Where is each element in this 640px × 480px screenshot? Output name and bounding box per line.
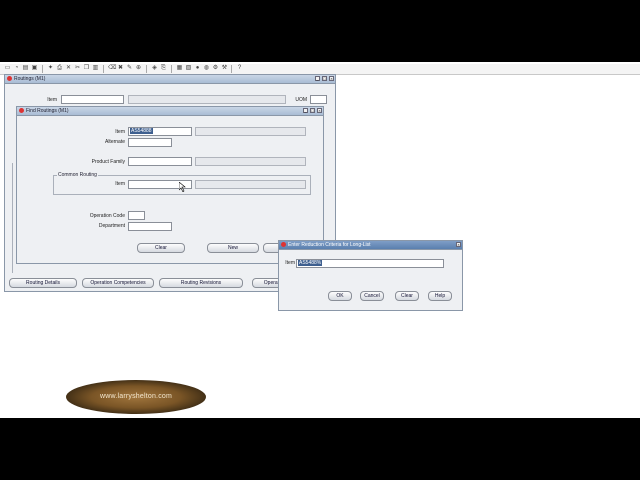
operation-code-label: Operation Code bbox=[89, 213, 125, 219]
find-item-label: Item bbox=[115, 129, 125, 135]
dialog-titlebar: Enter Reduction Criteria for Long-List × bbox=[279, 241, 462, 250]
maximize-icon[interactable]: □ bbox=[310, 108, 315, 113]
close-icon[interactable] bbox=[19, 108, 24, 113]
ok-button[interactable]: OK bbox=[328, 291, 352, 301]
edit-field-icon[interactable]: ✎ bbox=[126, 65, 133, 72]
reduction-criteria-dialog: Enter Reduction Criteria for Long-List ×… bbox=[278, 240, 463, 311]
operation-competencies-button[interactable]: Operation Competencies bbox=[82, 278, 154, 288]
dialog-item-field[interactable]: AS5488% bbox=[296, 259, 444, 268]
record-icon[interactable]: ● bbox=[194, 65, 201, 72]
department-field[interactable] bbox=[128, 222, 172, 231]
find-icon[interactable]: ◔ bbox=[13, 65, 20, 72]
product-family-label: Product Family bbox=[91, 159, 125, 165]
maximize-icon[interactable]: □ bbox=[322, 76, 327, 81]
close-icon[interactable] bbox=[7, 76, 12, 81]
copy-icon[interactable]: ❐ bbox=[83, 65, 90, 72]
help-button[interactable]: Help bbox=[428, 291, 452, 301]
close-window-icon[interactable]: × bbox=[317, 108, 322, 113]
next-step-icon[interactable]: ✦ bbox=[47, 65, 54, 72]
find-item-field[interactable]: AS54888 bbox=[128, 127, 192, 136]
routing-details-button[interactable]: Routing Details bbox=[9, 278, 77, 288]
item-description-field bbox=[128, 95, 286, 104]
department-label: Department bbox=[98, 223, 125, 229]
routing-revisions-button[interactable]: Routing Revisions bbox=[159, 278, 243, 288]
print-icon[interactable]: ⎙ bbox=[56, 65, 63, 72]
dialog-item-label: Item bbox=[285, 260, 295, 266]
watermark-text: www.larryshelton.com bbox=[99, 393, 173, 400]
dialog-title: Enter Reduction Criteria for Long-List bbox=[288, 242, 371, 248]
routings-title: Routings (M1) bbox=[14, 76, 46, 82]
minimize-icon[interactable]: _ bbox=[315, 76, 320, 81]
zoom-icon[interactable]: ⊕ bbox=[135, 65, 142, 72]
settings-icon[interactable]: ⚙ bbox=[212, 65, 219, 72]
clear-record-icon[interactable]: ⌫ bbox=[108, 65, 116, 72]
item-field[interactable] bbox=[61, 95, 124, 104]
toolbar-separator bbox=[231, 65, 232, 73]
clear-button[interactable]: Clear bbox=[137, 243, 185, 253]
close-window-icon[interactable]: × bbox=[329, 76, 334, 81]
close-dialog-icon[interactable]: × bbox=[456, 242, 461, 247]
toolbar-separator bbox=[171, 65, 172, 73]
desktop-screen: ▭ ◔ ▤ ▣ ✦ ⎙ ✕ ✂ ❐ ▥ ⌫ ✖ ✎ ⊕ ◈ ⎘ ▦ ▧ ● ◍ … bbox=[0, 62, 640, 418]
alternate-label: Alternate bbox=[104, 139, 125, 145]
delete-icon[interactable]: ✖ bbox=[117, 65, 124, 72]
new-icon[interactable]: ▭ bbox=[4, 65, 11, 72]
clear-dialog-button[interactable]: Clear bbox=[395, 291, 419, 301]
routings-titlebar: Routings (M1) _ □ × bbox=[5, 75, 335, 84]
uom-label: UOM bbox=[295, 97, 307, 103]
find-item-value: AS54888 bbox=[130, 128, 153, 134]
minimize-icon[interactable]: _ bbox=[303, 108, 308, 113]
watermark-logo: www.larryshelton.com bbox=[66, 380, 206, 414]
translations-icon[interactable]: ◈ bbox=[151, 65, 158, 72]
find-routings-title: Find Routings (M1) bbox=[26, 108, 69, 114]
mouse-cursor-icon bbox=[179, 182, 186, 192]
cancel-button[interactable]: Cancel bbox=[360, 291, 384, 301]
close-icon[interactable] bbox=[281, 242, 286, 247]
common-item-description bbox=[195, 180, 306, 189]
save-icon[interactable]: ▣ bbox=[31, 65, 38, 72]
tools-icon[interactable]: ⚒ bbox=[221, 65, 228, 72]
uom-field[interactable] bbox=[310, 95, 327, 104]
toolbar-separator bbox=[42, 65, 43, 73]
operation-code-field[interactable] bbox=[128, 211, 145, 220]
new-button[interactable]: New bbox=[207, 243, 259, 253]
item-label: Item bbox=[47, 97, 57, 103]
common-routing-title: Common Routing bbox=[57, 172, 98, 178]
folder-tools-icon[interactable]: ▦ bbox=[176, 65, 183, 72]
product-family-field[interactable] bbox=[128, 157, 192, 166]
window-icon[interactable]: ▧ bbox=[185, 65, 192, 72]
alternate-field[interactable] bbox=[128, 138, 172, 147]
dialog-item-value: AS5488% bbox=[298, 260, 323, 266]
find-routings-titlebar: Find Routings (M1) _ □ × bbox=[17, 107, 323, 116]
cut-icon[interactable]: ✂ bbox=[74, 65, 81, 72]
product-family-description bbox=[195, 157, 306, 166]
common-item-label: Item bbox=[115, 181, 125, 187]
navigator-icon[interactable]: ▤ bbox=[22, 65, 29, 72]
find-item-description bbox=[195, 127, 306, 136]
toolbar-separator bbox=[103, 65, 104, 73]
paste-icon[interactable]: ▥ bbox=[92, 65, 99, 72]
export-icon[interactable]: ◍ bbox=[203, 65, 210, 72]
close-form-icon[interactable]: ✕ bbox=[65, 65, 72, 72]
toolbar-separator bbox=[146, 65, 147, 73]
attachments-icon[interactable]: ⎘ bbox=[160, 65, 167, 72]
help-icon[interactable]: ? bbox=[236, 65, 243, 72]
